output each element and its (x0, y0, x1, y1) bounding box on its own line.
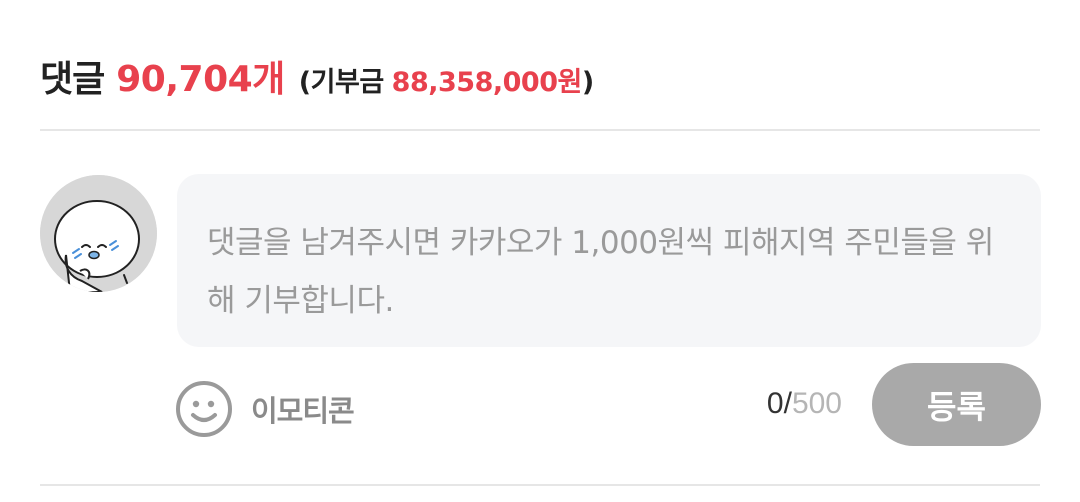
submit-button[interactable]: 등록 (872, 363, 1041, 446)
comment-label: 댓글 (40, 59, 105, 100)
comment-box (177, 174, 1041, 347)
char-count: 0 (766, 387, 784, 420)
header-divider (40, 129, 1040, 131)
char-max: 500 (791, 387, 842, 420)
smile-icon (176, 381, 232, 437)
emoticon-label: 이모티콘 (251, 394, 355, 428)
donation-amount: 88,358,000원 (391, 67, 583, 98)
comment-input[interactable] (207, 214, 1011, 324)
donation-label: 기부금 (310, 67, 385, 98)
char-counter: 0/500 (767, 387, 842, 421)
paren-open: ( (298, 67, 311, 98)
paren-close: ) (581, 67, 594, 98)
donation-summary: (기부금 88,358,000원) (299, 60, 594, 99)
char-separator: / (783, 387, 792, 420)
cartoon-face-avatar-icon (40, 175, 157, 292)
footer-divider (40, 484, 1040, 486)
emoticon-button[interactable]: 이모티콘 (175, 380, 355, 438)
avatar[interactable] (40, 175, 157, 292)
comment-header: 댓글 90,704개 (기부금 88,358,000원) (40, 50, 594, 106)
comment-count: 90,704개 (116, 59, 285, 100)
